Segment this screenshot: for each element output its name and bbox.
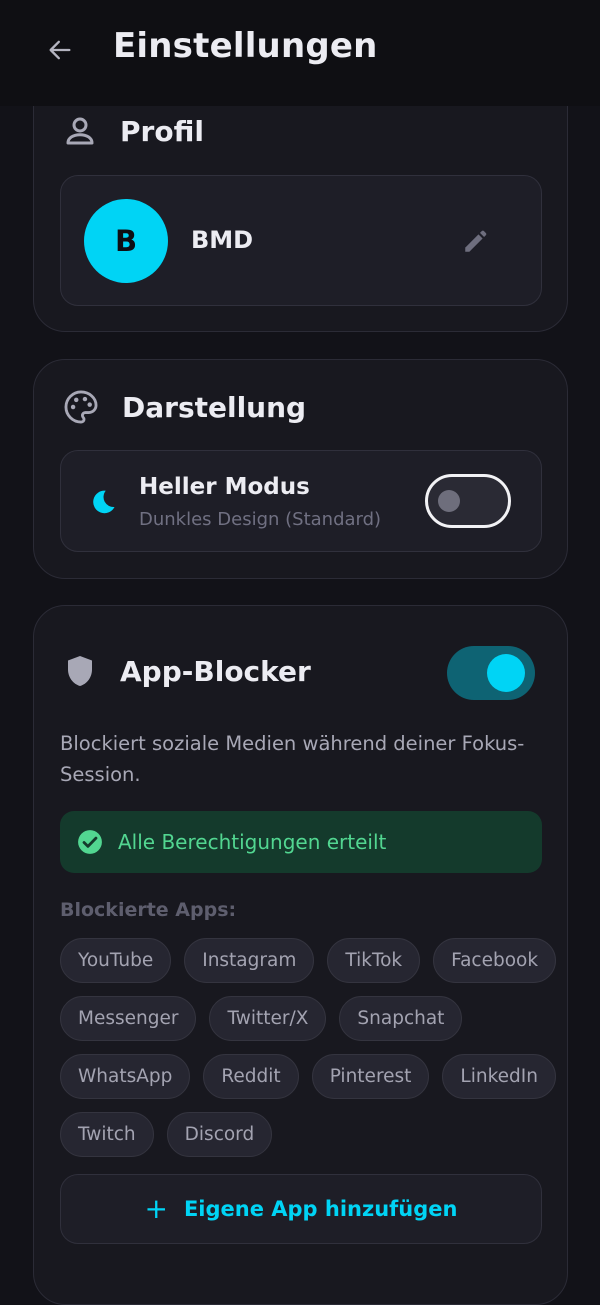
light-mode-title: Heller Modus bbox=[139, 474, 310, 500]
profile-section-header: Profil bbox=[62, 113, 204, 149]
permission-status-text: Alle Berechtigungen erteilt bbox=[118, 830, 387, 854]
app-chip-snapchat[interactable]: Snapchat bbox=[339, 996, 463, 1041]
blocked-apps-label: Blockierte Apps: bbox=[60, 899, 237, 921]
chip-row: WhatsApp Reddit Pinterest LinkedIn bbox=[60, 1054, 556, 1099]
app-blocker-toggle[interactable] bbox=[447, 646, 535, 700]
appearance-section-header: Darstellung bbox=[62, 388, 306, 426]
app-chip-whatsapp[interactable]: WhatsApp bbox=[60, 1054, 191, 1099]
back-button[interactable] bbox=[40, 30, 80, 70]
palette-icon bbox=[64, 390, 98, 424]
app-chip-reddit[interactable]: Reddit bbox=[203, 1054, 299, 1099]
avatar: B bbox=[84, 199, 168, 283]
app-blocker-description: Blockiert soziale Medien während deiner … bbox=[60, 732, 525, 786]
chip-row: Twitch Discord bbox=[60, 1112, 550, 1157]
add-custom-app-button[interactable]: + Eigene App hinzufügen bbox=[60, 1174, 542, 1244]
app-blocker-card: App-Blocker Blockiert soziale Medien wäh… bbox=[33, 605, 568, 1305]
profile-section-title: Profil bbox=[120, 114, 204, 148]
app-chip-facebook[interactable]: Facebook bbox=[433, 938, 557, 983]
light-mode-toggle[interactable] bbox=[425, 474, 511, 528]
profile-name: BMD bbox=[191, 226, 254, 254]
app-chip-twitch[interactable]: Twitch bbox=[60, 1112, 154, 1157]
plus-icon: + bbox=[144, 1192, 168, 1225]
chip-row: Messenger Twitter/X Snapchat bbox=[60, 996, 550, 1041]
app-chip-twitter[interactable]: Twitter/X bbox=[209, 996, 327, 1041]
permission-status-banner: Alle Berechtigungen erteilt bbox=[60, 811, 542, 873]
check-circle-icon bbox=[78, 830, 102, 854]
profile-row[interactable]: B BMD bbox=[60, 175, 542, 306]
app-blocker-section-header: App-Blocker bbox=[62, 651, 311, 691]
app-chip-linkedin[interactable]: LinkedIn bbox=[442, 1054, 556, 1099]
app-blocker-section-title: App-Blocker bbox=[120, 654, 311, 688]
arrow-left-icon bbox=[49, 40, 71, 60]
edit-profile-button[interactable] bbox=[459, 226, 491, 258]
chip-row: YouTube Instagram TikTok Facebook bbox=[60, 938, 557, 983]
appearance-card: Darstellung Heller Modus Dunkles Design … bbox=[33, 359, 568, 579]
toggle-knob bbox=[487, 654, 525, 692]
app-chip-youtube[interactable]: YouTube bbox=[60, 938, 172, 983]
moon-icon bbox=[93, 490, 115, 514]
top-app-bar: Einstellungen bbox=[0, 0, 600, 106]
toggle-knob bbox=[438, 490, 460, 512]
app-chip-messenger[interactable]: Messenger bbox=[60, 996, 197, 1041]
shield-icon bbox=[68, 656, 92, 686]
app-chip-instagram[interactable]: Instagram bbox=[184, 938, 315, 983]
blocked-apps-list: YouTube Instagram TikTok Facebook Messen… bbox=[60, 938, 557, 1170]
pencil-icon bbox=[465, 230, 487, 252]
light-mode-subtitle: Dunkles Design (Standard) bbox=[139, 509, 382, 530]
app-chip-tiktok[interactable]: TikTok bbox=[327, 938, 421, 983]
page-title: Einstellungen bbox=[113, 26, 378, 66]
add-custom-app-label: Eigene App hinzufügen bbox=[183, 1197, 458, 1221]
light-mode-row[interactable]: Heller Modus Dunkles Design (Standard) bbox=[60, 450, 542, 552]
app-chip-discord[interactable]: Discord bbox=[166, 1112, 273, 1157]
person-icon bbox=[66, 117, 94, 145]
appearance-section-title: Darstellung bbox=[122, 390, 307, 424]
app-chip-pinterest[interactable]: Pinterest bbox=[311, 1054, 430, 1099]
